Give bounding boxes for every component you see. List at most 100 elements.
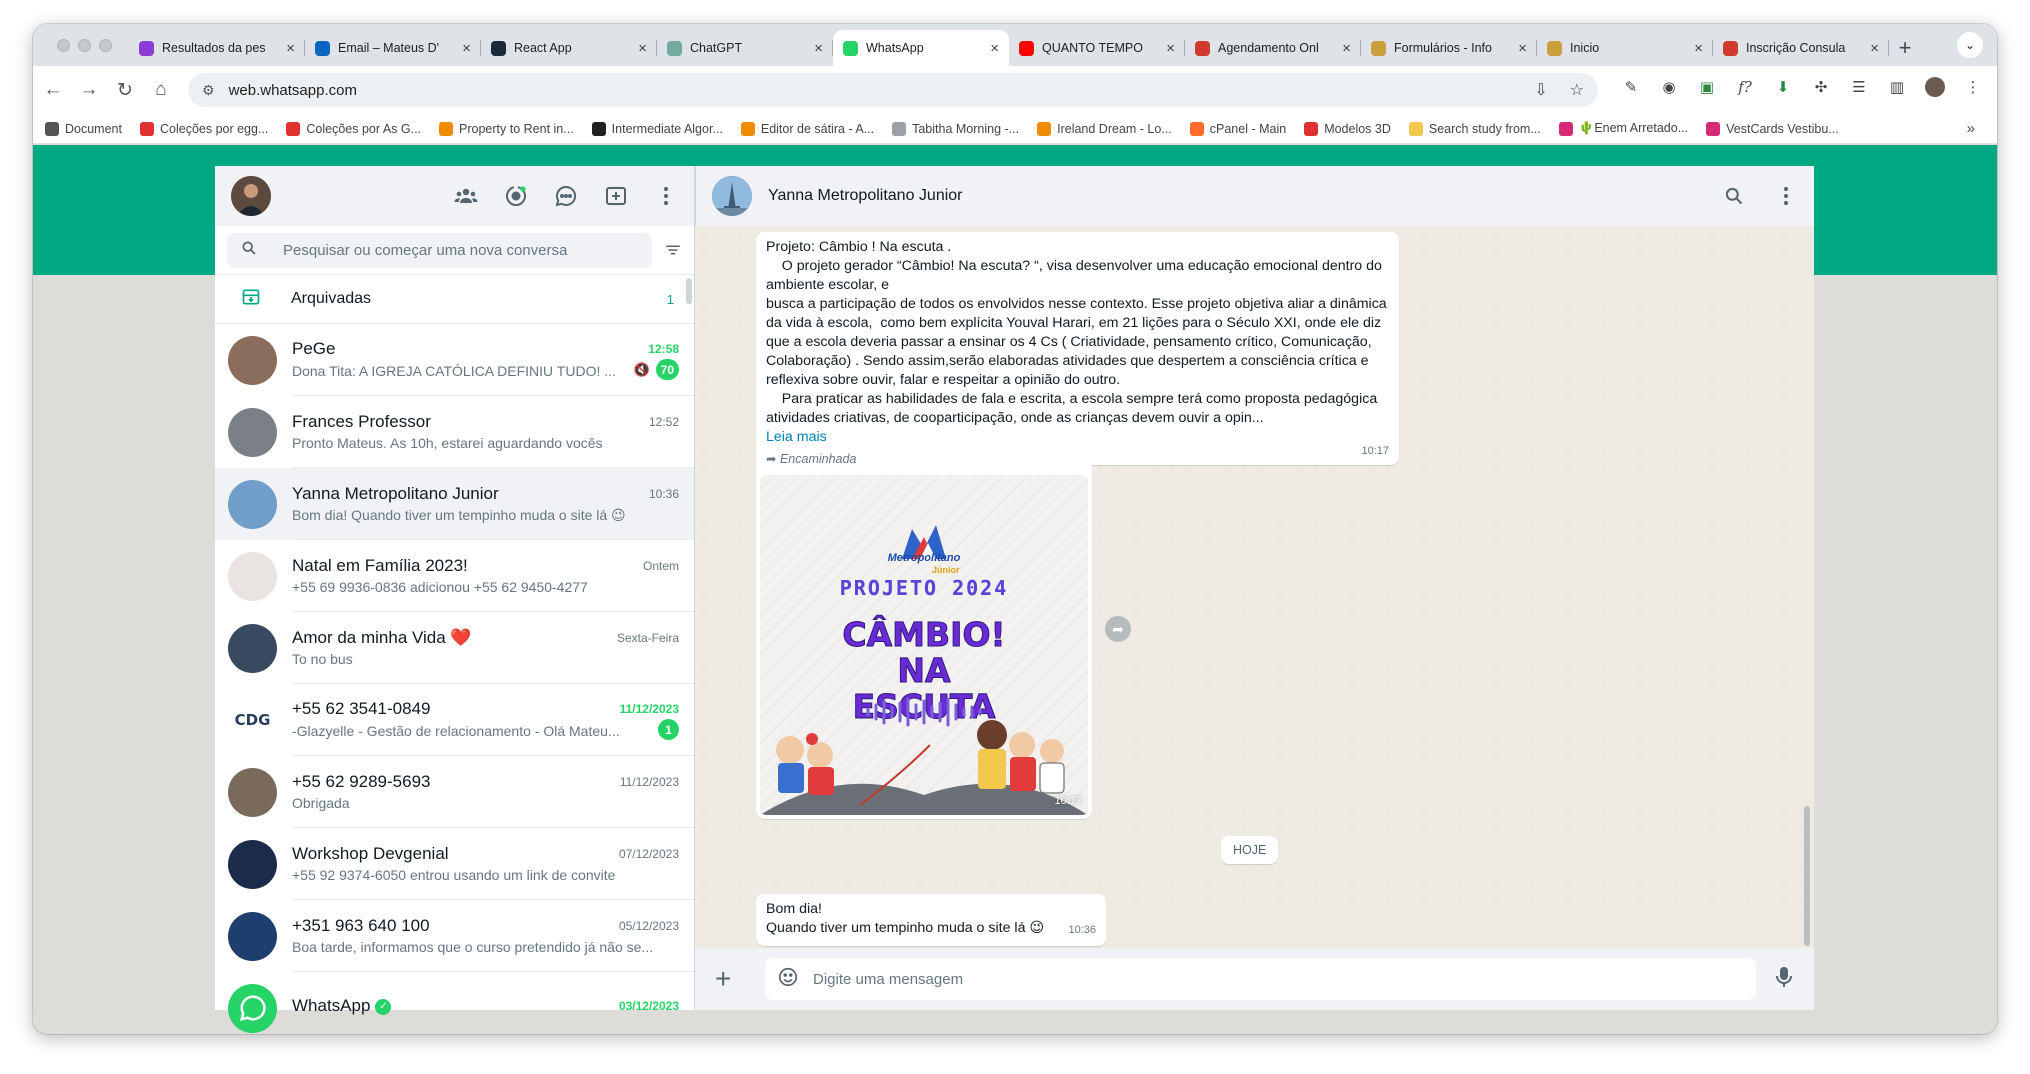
font-extension-icon[interactable]: f? <box>1735 77 1755 97</box>
image-time: 10:17 <box>1054 795 1082 807</box>
bookmark-item[interactable]: Editor de sátira - A... <box>740 121 874 136</box>
chat-list-item[interactable]: +351 963 640 100 05/12/2023 Boa tarde, inf… <box>215 900 694 972</box>
tab-favicon-icon <box>843 40 858 56</box>
browser-tab[interactable]: Email – Mateus D' × <box>305 30 481 66</box>
bookmark-item[interactable]: Ireland Dream - Lo... <box>1037 121 1172 136</box>
search-input[interactable] <box>283 241 638 259</box>
chat-time: 03/12/2023 <box>618 999 679 1013</box>
close-tab-icon[interactable]: × <box>286 40 295 57</box>
minimize-window-button[interactable] <box>78 39 91 52</box>
conversation-menu-icon[interactable] <box>1774 184 1798 208</box>
green-extension-icon[interactable]: ▣ <box>1697 77 1717 97</box>
my-avatar[interactable] <box>231 176 271 216</box>
bookmark-item[interactable]: Modelos 3D <box>1304 121 1391 136</box>
browser-tab[interactable]: Inscrição Consula × <box>1713 30 1889 66</box>
chat-list-item[interactable]: Yanna Metropolitano Junior 10:36 Bom dia! … <box>215 468 694 540</box>
menu-dots-icon[interactable]: ⋮ <box>1963 77 1983 97</box>
microphone-icon[interactable] <box>1774 965 1794 994</box>
chat-list-item[interactable]: CDG +55 62 3541-0849 11/12/2023 -Glazyelle … <box>215 684 694 756</box>
chat-last-message: Obrigada <box>292 795 350 811</box>
close-tab-icon[interactable]: × <box>638 40 647 57</box>
browser-tab[interactable]: Resultados da pes × <box>129 30 305 66</box>
menu-icon[interactable] <box>654 184 678 208</box>
emoji-icon[interactable] <box>777 966 799 993</box>
muted-icon: 🔇 <box>633 361 650 377</box>
contact-avatar[interactable] <box>712 176 752 216</box>
chat-list-item[interactable]: WhatsApp ✓ 03/12/2023 <box>215 972 694 1034</box>
chat-avatar <box>228 983 277 1033</box>
close-tab-icon[interactable]: × <box>1694 40 1703 57</box>
project-poster-image[interactable]: Metropolitano Júnior PROJETO 2024 CÂMBIO… <box>760 475 1088 815</box>
reload-button[interactable]: ↻ <box>109 74 141 106</box>
bookmark-item[interactable]: VestCards Vestibu... <box>1706 121 1839 136</box>
site-info-icon[interactable]: ⚙ <box>202 82 215 99</box>
tab-search-button[interactable]: ⌄ <box>1957 32 1983 58</box>
browser-tab[interactable]: QUANTO TEMPO × <box>1009 30 1185 66</box>
browser-tab[interactable]: ChatGPT × <box>657 30 833 66</box>
bookmark-favicon-icon <box>1558 121 1573 136</box>
chat-list-item[interactable]: Workshop Devgenial 07/12/2023 +55 92 9374-… <box>215 828 694 900</box>
new-chat-icon[interactable] <box>604 184 628 208</box>
more-bookmarks-icon[interactable]: » <box>1967 120 1975 137</box>
chat-list-item[interactable]: Natal em Família 2023! Ontem +55 69 9936-0… <box>215 540 694 612</box>
camera-extension-icon[interactable]: ◉ <box>1659 77 1679 97</box>
bookmark-star-icon[interactable]: ☆ <box>1570 80 1584 100</box>
forward-message-button[interactable]: ➦ <box>1105 616 1131 642</box>
browser-tab[interactable]: Formulários - Info × <box>1361 30 1537 66</box>
contact-name[interactable]: Yanna Metropolitano Junior <box>768 187 963 205</box>
messages-scrollbar[interactable] <box>1804 806 1810 946</box>
profile-avatar[interactable] <box>1925 77 1945 97</box>
download-extension-icon[interactable]: ⬇ <box>1773 77 1793 97</box>
conversation-panel: Yanna Metropolitano Junior Projeto: Câmb… <box>695 166 1814 1010</box>
bookmark-favicon-icon <box>1304 121 1319 136</box>
sidebar-scrollbar[interactable] <box>686 278 692 304</box>
bookmark-item[interactable]: Search study from... <box>1408 121 1541 136</box>
close-tab-icon[interactable]: × <box>1342 40 1351 57</box>
bookmark-item[interactable]: cPanel - Main <box>1189 121 1286 136</box>
chat-list-item[interactable]: Amor da minha Vida ❤️ Sexta-Feira To no bu… <box>215 612 694 684</box>
home-button[interactable]: ⌂ <box>145 74 177 106</box>
browser-tab[interactable]: React App × <box>481 30 657 66</box>
bookmark-item[interactable]: Document <box>45 121 122 136</box>
side-panel-icon[interactable]: ▥ <box>1887 77 1907 97</box>
new-tab-button[interactable]: + <box>1889 30 1921 66</box>
filter-icon[interactable] <box>652 241 682 259</box>
message-input[interactable] <box>813 970 1744 988</box>
bookmark-label: Property to Rent in... <box>459 121 574 136</box>
status-icon[interactable] <box>504 184 528 208</box>
browser-tab[interactable]: Inicio × <box>1537 30 1713 66</box>
chat-list-item[interactable]: PeGe 12:58 Dona Tita: A IGREJA CATÓLICA DE… <box>215 324 694 396</box>
attach-plus-icon[interactable]: + <box>715 963 743 995</box>
channels-icon[interactable] <box>554 184 578 208</box>
maximize-window-button[interactable] <box>99 39 112 52</box>
eyedropper-extension-icon[interactable]: ✎ <box>1621 77 1641 97</box>
close-tab-icon[interactable]: × <box>462 40 471 57</box>
bookmark-item[interactable]: Property to Rent in... <box>439 121 574 136</box>
bookmark-item[interactable]: Coleções por egg... <box>139 121 268 136</box>
install-app-icon[interactable]: ⇩ <box>1534 80 1547 100</box>
close-tab-icon[interactable]: × <box>1518 40 1527 57</box>
chat-list-item[interactable]: +55 62 9289-5693 11/12/2023 Obrigada <box>215 756 694 828</box>
browser-tab[interactable]: WhatsApp × <box>833 30 1009 66</box>
forward-button[interactable]: → <box>73 74 105 106</box>
close-tab-icon[interactable]: × <box>1166 40 1175 57</box>
chat-list-item[interactable]: Frances Professor 12:52 Pronto Mateus. As … <box>215 396 694 468</box>
close-tab-icon[interactable]: × <box>814 40 823 57</box>
bookmark-item[interactable]: 🌵Enem Arretado... <box>1558 121 1688 136</box>
puzzle-extensions-icon[interactable]: ✣ <box>1811 77 1831 97</box>
archived-chats-row[interactable]: Arquivadas 1 <box>215 275 694 324</box>
back-button[interactable]: ← <box>37 74 69 106</box>
bookmark-item[interactable]: Coleções por As G... <box>286 121 421 136</box>
bookmark-item[interactable]: Tabitha Morning -... <box>892 121 1019 136</box>
address-bar[interactable]: ⚙ web.whatsapp.com ⇩ ☆ <box>188 73 1598 107</box>
search-messages-icon[interactable] <box>1722 184 1746 208</box>
close-tab-icon[interactable]: × <box>990 40 999 57</box>
reading-list-icon[interactable]: ☰ <box>1849 77 1869 97</box>
browser-tab[interactable]: Agendamento Onl × <box>1185 30 1361 66</box>
communities-icon[interactable] <box>454 184 478 208</box>
search-box <box>227 232 652 268</box>
close-window-button[interactable] <box>57 39 70 52</box>
close-tab-icon[interactable]: × <box>1870 40 1879 57</box>
bookmark-item[interactable]: Intermediate Algor... <box>591 121 723 136</box>
tab-title: Formulários - Info <box>1394 41 1492 55</box>
